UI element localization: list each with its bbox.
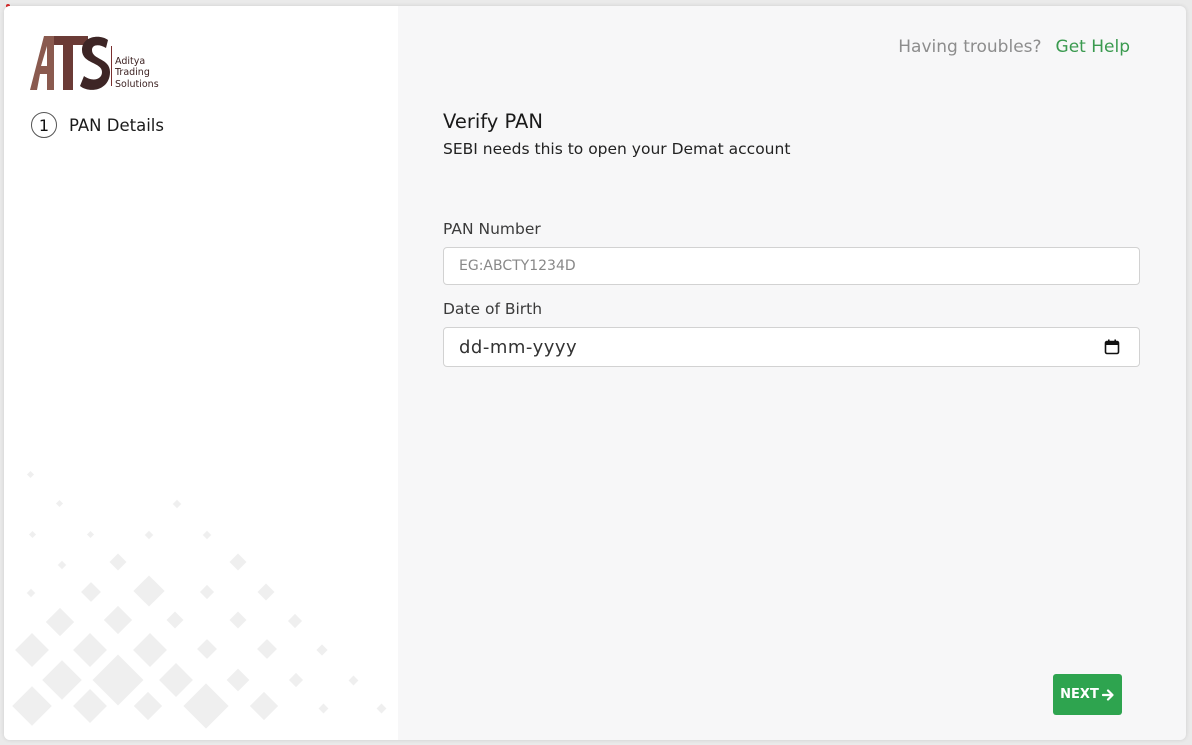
next-button-label: NEXT [1060, 687, 1099, 702]
step-label: PAN Details [69, 115, 164, 135]
date-of-birth-input[interactable]: dd-mm-yyyy [443, 327, 1140, 367]
onboarding-card: Aditya Trading Solutions 1 PAN Details H… [4, 6, 1186, 740]
brand-name: Aditya Trading Solutions [115, 56, 159, 91]
sidebar: Aditya Trading Solutions 1 PAN Details [4, 6, 398, 740]
step-pan-details: 1 PAN Details [31, 112, 164, 138]
brand-logo: Aditya Trading Solutions [30, 32, 170, 90]
date-of-birth-label: Date of Birth [443, 300, 543, 318]
date-of-birth-value: dd-mm-yyyy [459, 336, 578, 358]
decorative-diamond-pattern [12, 470, 387, 729]
ats-logo-mark [30, 36, 110, 90]
help-text: Having troubles? [898, 37, 1042, 57]
calendar-icon[interactable] [1104, 339, 1120, 355]
pan-number-label: PAN Number [443, 220, 541, 238]
brand-name-line: Trading [115, 67, 150, 78]
step-number: 1 [31, 112, 57, 138]
next-button[interactable]: NEXT [1053, 674, 1122, 715]
form-subtitle: SEBI needs this to open your Demat accou… [443, 140, 791, 158]
arrow-right-icon [1101, 688, 1114, 701]
logo-divider [111, 46, 112, 86]
main-panel: Having troubles? Get Help Verify PAN SEB… [398, 6, 1186, 740]
help-bar: Having troubles? Get Help [898, 37, 1130, 57]
brand-name-line: Solutions [115, 78, 159, 90]
pan-number-input[interactable]: EG:ABCTY1234D [443, 247, 1140, 285]
form-title: Verify PAN [443, 110, 543, 133]
get-help-link[interactable]: Get Help [1056, 37, 1130, 57]
pan-number-placeholder: EG:ABCTY1234D [459, 258, 576, 274]
brand-name-line: Aditya [115, 55, 146, 67]
